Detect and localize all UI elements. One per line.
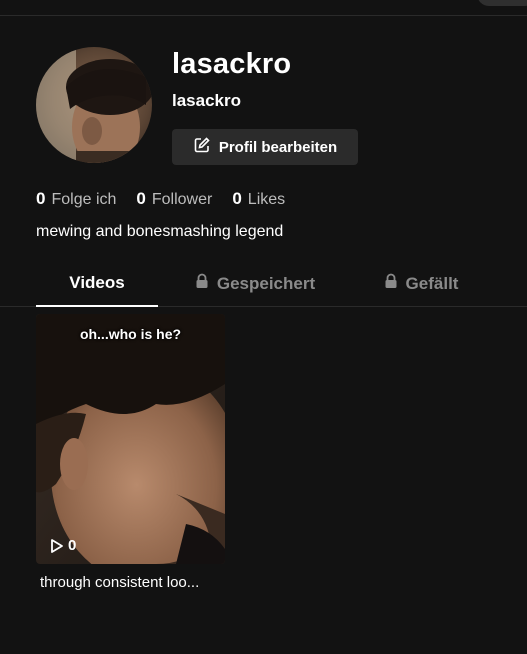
tab-liked-label: Gefällt bbox=[405, 273, 459, 293]
tab-videos[interactable]: Videos bbox=[36, 266, 158, 307]
stat-followers[interactable]: 0 Follower bbox=[136, 189, 212, 209]
stat-likes-value: 0 bbox=[232, 189, 242, 208]
edit-icon bbox=[193, 136, 211, 158]
lock-icon bbox=[384, 273, 398, 294]
stat-likes: 0 Likes bbox=[232, 189, 285, 209]
avatar[interactable] bbox=[36, 47, 152, 163]
video-overlay-text: oh...who is he? bbox=[79, 326, 182, 342]
top-search-pill[interactable] bbox=[477, 0, 527, 6]
edit-profile-label: Profil bearbeiten bbox=[218, 138, 338, 156]
stat-followers-value: 0 bbox=[136, 189, 146, 208]
profile-stats: 0 Folge ich 0 Follower 0 Likes bbox=[36, 189, 305, 209]
tab-saved[interactable]: Gespeichert bbox=[185, 266, 325, 306]
stat-following-value: 0 bbox=[36, 189, 46, 208]
top-bar bbox=[0, 0, 527, 16]
profile-bio: mewing and bonesmashing legend bbox=[36, 223, 284, 240]
play-count-value: 0 bbox=[68, 537, 77, 554]
play-icon bbox=[50, 538, 64, 554]
edit-profile-button[interactable]: Profil bearbeiten bbox=[172, 129, 358, 165]
profile-tabs: Videos Gespeichert Gefällt bbox=[0, 266, 527, 307]
video-thumbnail bbox=[36, 314, 225, 564]
profile-handle: lasackro bbox=[172, 91, 241, 110]
tab-videos-label: Videos bbox=[69, 273, 125, 292]
video-card[interactable]: oh...who is he? 0 bbox=[36, 314, 225, 564]
stat-followers-label: Follower bbox=[151, 191, 213, 208]
video-caption[interactable]: through consistent loo... bbox=[40, 574, 199, 591]
profile-title: lasackro bbox=[172, 48, 292, 80]
tab-liked[interactable]: Gefällt bbox=[376, 266, 466, 306]
tab-saved-label: Gespeichert bbox=[216, 273, 316, 293]
stat-following-label: Folge ich bbox=[51, 191, 117, 208]
lock-icon bbox=[195, 273, 209, 294]
stat-following[interactable]: 0 Folge ich bbox=[36, 189, 116, 209]
video-play-count: 0 bbox=[50, 537, 76, 554]
stat-likes-label: Likes bbox=[247, 191, 286, 208]
